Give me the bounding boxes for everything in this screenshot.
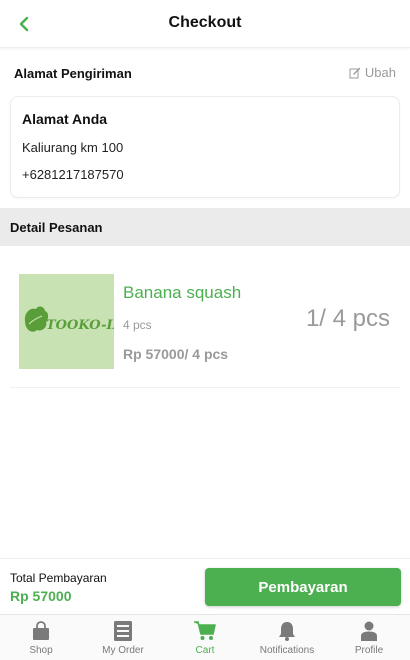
nav-item-notifications[interactable]: Notifications (246, 615, 328, 660)
nav-item-cart[interactable]: Cart (164, 615, 246, 660)
nav-label-my-order: My Order (102, 645, 144, 656)
nav-label-shop: Shop (29, 645, 53, 656)
person-icon (358, 621, 380, 641)
bottom-navigation: Shop My Order Cart Notifications Profile (0, 614, 410, 660)
total-value: Rp 57000 (10, 588, 72, 604)
address-street: Kaliurang km 100 (22, 140, 124, 155)
total-label: Total Pembayaran (10, 571, 107, 585)
order-list-icon (112, 621, 134, 641)
edit-icon (349, 67, 361, 78)
address-name: Alamat Anda (22, 111, 108, 127)
product-price: Rp 57000/ 4 pcs (123, 346, 229, 362)
nav-label-profile: Profile (354, 645, 384, 656)
shopping-bag-icon (30, 621, 52, 641)
app-header: Checkout (0, 0, 410, 48)
order-item[interactable]: TOOKO-IN Banana squash 4 pcs Rp 57000/ 4… (10, 262, 400, 388)
product-thumbnail: TOOKO-IN (19, 274, 114, 369)
address-section-header: Alamat Pengiriman Ubah (0, 56, 410, 90)
nav-label-notifications: Notifications (259, 645, 315, 656)
product-name: Banana squash (123, 283, 242, 302)
address-section-title: Alamat Pengiriman (14, 66, 132, 81)
address-phone: +6281217187570 (22, 167, 124, 182)
nav-label-cart: Cart (195, 645, 215, 656)
tooko-in-logo: TOOKO-IN (24, 306, 114, 333)
order-detail-header: Detail Pesanan (0, 208, 410, 246)
product-quantity-ratio: 1/ 4 pcs (305, 305, 390, 332)
order-detail-title: Detail Pesanan (10, 220, 103, 235)
page-title: Checkout (168, 14, 242, 31)
bell-icon (276, 621, 298, 641)
pay-button[interactable]: Pembayaran (205, 568, 401, 606)
nav-item-profile[interactable]: Profile (328, 615, 410, 660)
edit-address-label: Ubah (364, 65, 396, 80)
nav-item-shop[interactable]: Shop (0, 615, 82, 660)
total-payment-bar: Total Pembayaran Rp 57000 Pembayaran (0, 558, 410, 614)
edit-address-button[interactable]: Ubah (349, 65, 396, 80)
product-quantity: 4 pcs (123, 318, 152, 332)
svg-text:TOOKO-IN: TOOKO-IN (46, 318, 114, 333)
nav-item-my-order[interactable]: My Order (82, 615, 164, 660)
address-card[interactable]: Alamat Anda Kaliurang km 100 +6281217187… (10, 96, 400, 198)
cart-icon (194, 621, 216, 641)
